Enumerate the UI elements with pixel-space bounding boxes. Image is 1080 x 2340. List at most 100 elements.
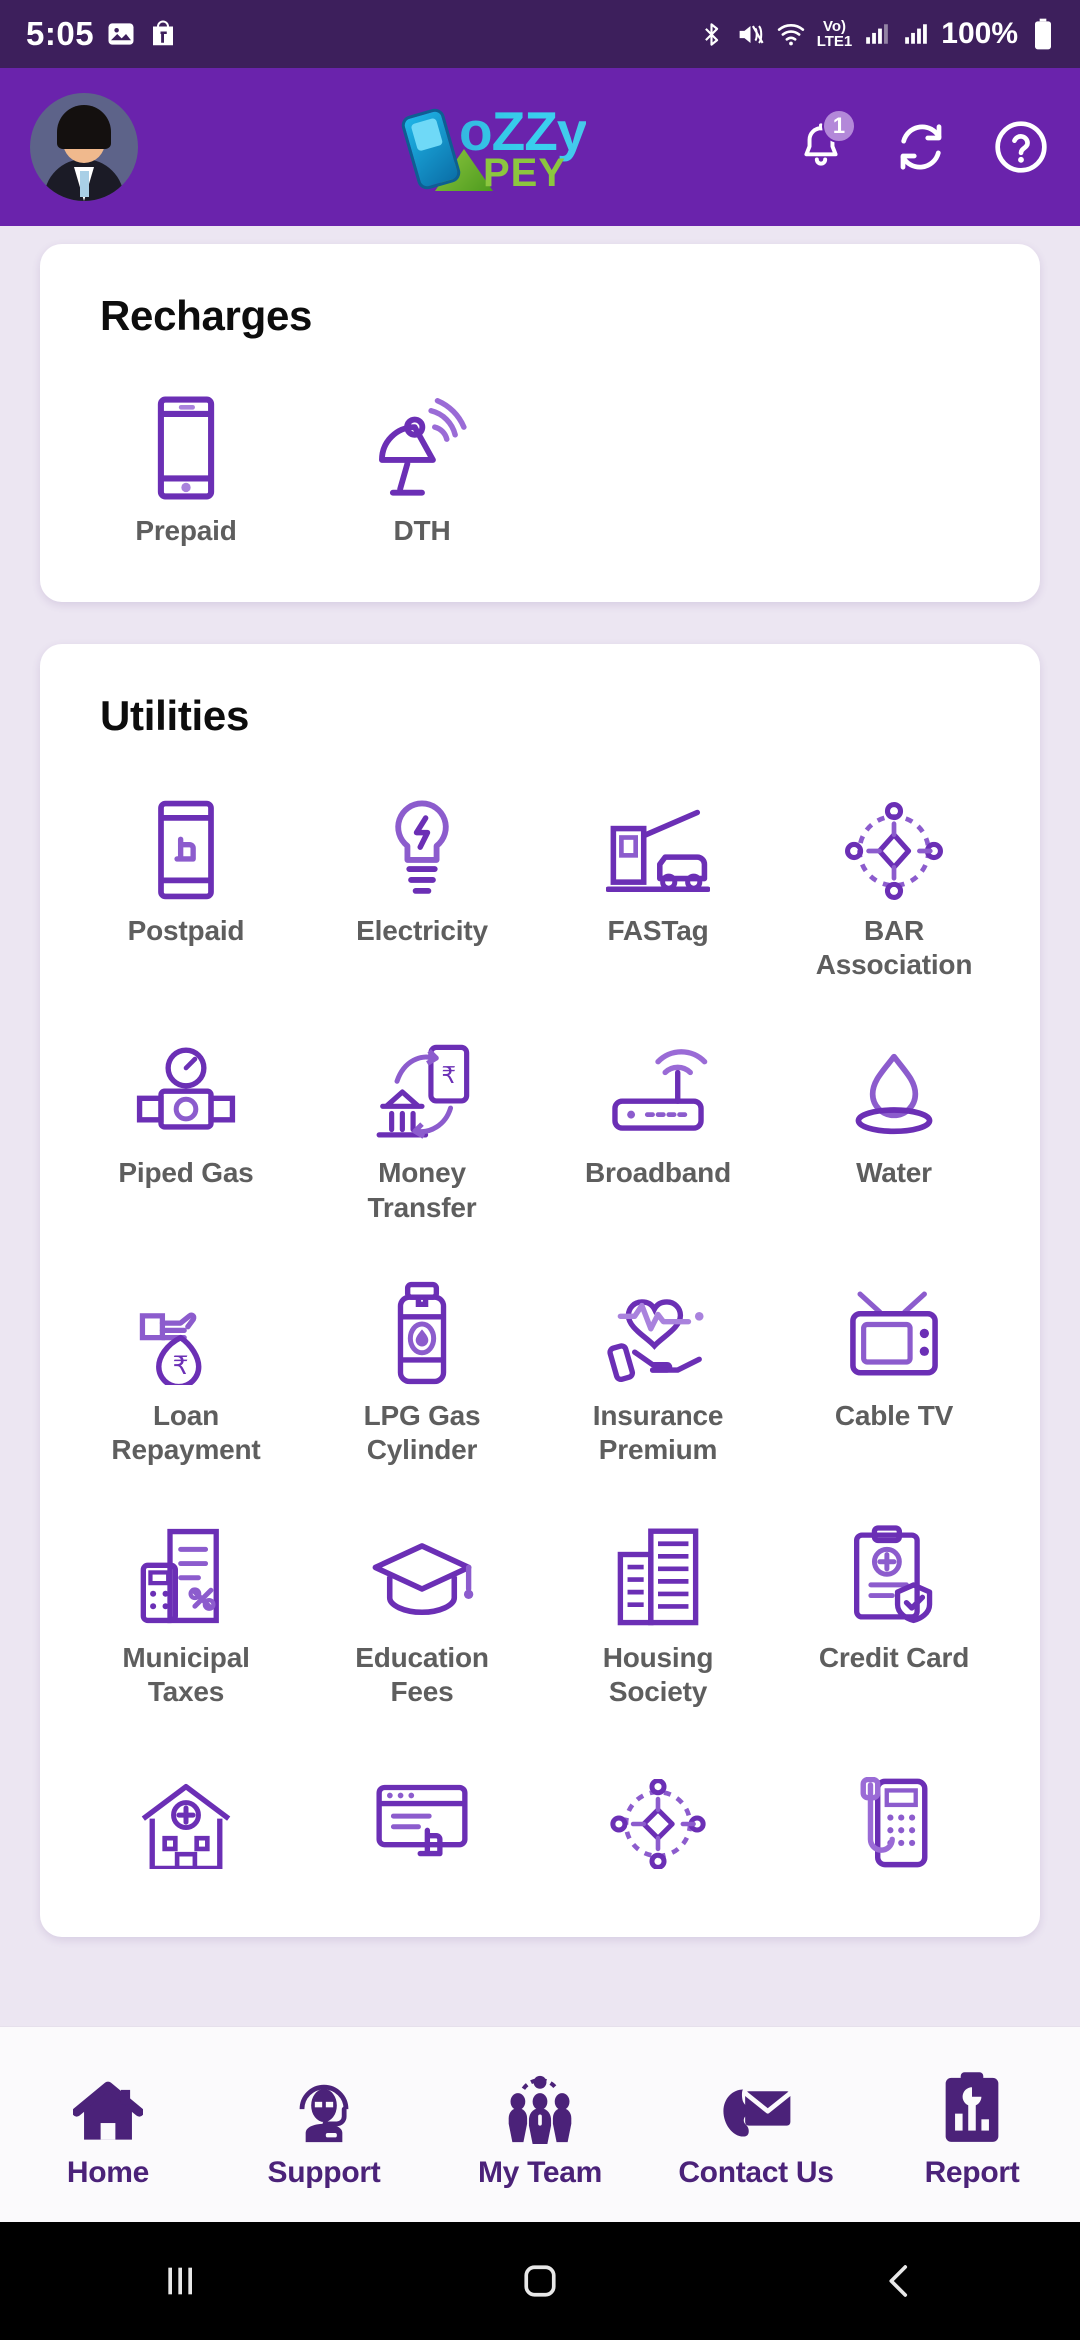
svg-text:₹: ₹ bbox=[441, 1063, 456, 1090]
recharges-title: Recharges bbox=[100, 292, 313, 339]
recharges-card: Recharges Prepaid DTH bbox=[40, 244, 1040, 603]
nav-item-my-team[interactable]: My Team bbox=[432, 2060, 648, 2190]
avatar[interactable] bbox=[30, 93, 138, 201]
back-icon[interactable] bbox=[720, 2260, 1080, 2302]
money-bag-hand-icon: ₹ bbox=[131, 1273, 241, 1385]
tile-label: Loan Repayment bbox=[111, 1399, 261, 1465]
status-bar-left: 5:05 bbox=[26, 15, 178, 53]
tile-lpg-gas-cylinder[interactable]: LPG Gas Cylinder bbox=[304, 1251, 540, 1485]
refresh-icon[interactable] bbox=[892, 118, 950, 176]
tile-postpaid[interactable]: Postpaid bbox=[68, 766, 304, 1000]
nav-label: Home bbox=[66, 2155, 150, 2189]
tile-web-click[interactable] bbox=[304, 1735, 540, 1901]
nav-label: Contact Us bbox=[678, 2155, 834, 2189]
tile-electricity[interactable]: Electricity bbox=[304, 766, 540, 1000]
tile-label: Housing Society bbox=[602, 1642, 714, 1708]
recents-icon[interactable] bbox=[0, 2261, 360, 2301]
home-square-icon[interactable] bbox=[360, 2259, 720, 2303]
mute-vibrate-icon bbox=[736, 20, 765, 49]
svg-text:₹: ₹ bbox=[172, 1350, 188, 1380]
bottom-nav: Home Support My Team Contact Us Report bbox=[0, 2026, 1080, 2222]
tile-label: Credit Card bbox=[818, 1642, 970, 1674]
tile-education-fees[interactable]: Education Fees bbox=[304, 1493, 540, 1727]
help-icon[interactable] bbox=[992, 118, 1050, 176]
tile-landline[interactable] bbox=[776, 1735, 1012, 1901]
volte-sub: LTE1 bbox=[816, 33, 853, 50]
volte-label: Vo) bbox=[822, 18, 847, 35]
tile-label: Piped Gas bbox=[118, 1157, 254, 1189]
tile-label: Education Fees bbox=[355, 1642, 489, 1708]
signal-2-icon bbox=[902, 21, 930, 47]
money-transfer-icon: ₹ bbox=[367, 1030, 477, 1142]
web-click-icon bbox=[367, 1757, 477, 1869]
tax-invoice-icon bbox=[131, 1515, 241, 1627]
photos-icon bbox=[106, 19, 136, 49]
report-clipboard-icon bbox=[940, 2060, 1004, 2144]
utilities-card: Utilities Postpaid Electricity FASTag BA… bbox=[40, 644, 1040, 1938]
home-icon bbox=[73, 2060, 143, 2144]
tile-municipal-taxes[interactable]: Municipal Taxes bbox=[68, 1493, 304, 1727]
tile-label: DTH bbox=[393, 515, 451, 546]
system-nav-bar bbox=[0, 2222, 1080, 2340]
water-drop-icon bbox=[839, 1030, 949, 1142]
toll-booth-icon bbox=[603, 788, 713, 900]
tile-label: FASTag bbox=[607, 915, 709, 947]
nav-item-contact-us[interactable]: Contact Us bbox=[648, 2060, 864, 2190]
bell-icon[interactable]: 1 bbox=[792, 109, 856, 176]
logo-subtext: PEY bbox=[483, 151, 567, 195]
utilities-grid: Postpaid Electricity FASTag BAR Associat… bbox=[68, 766, 1012, 1901]
team-people-icon bbox=[503, 2060, 577, 2144]
app-logo: oZZy PEY bbox=[399, 97, 675, 197]
tile-prepaid[interactable]: Prepaid bbox=[68, 366, 304, 566]
tile-piped-gas[interactable]: Piped Gas bbox=[68, 1008, 304, 1242]
tile-money-transfer[interactable]: ₹ Money Transfer bbox=[304, 1008, 540, 1242]
tile-label: Cable TV bbox=[834, 1399, 954, 1431]
tile-insurance-premium[interactable]: Insurance Premium bbox=[540, 1251, 776, 1485]
nav-item-support[interactable]: Support bbox=[216, 2060, 432, 2190]
app-root: 5:05 Vo) LTE1 100% oZZy PEY 1 Recharges … bbox=[0, 0, 1080, 2340]
light-bulb-icon bbox=[367, 788, 477, 900]
tile-label: BAR Association bbox=[815, 915, 973, 981]
router-icon bbox=[603, 1030, 713, 1142]
tile-credit-card[interactable]: Credit Card bbox=[776, 1493, 1012, 1727]
utilities-title: Utilities bbox=[100, 692, 249, 740]
mobile-hand-icon bbox=[131, 788, 241, 900]
tile-label: Postpaid bbox=[127, 915, 245, 947]
tile-loan-repayment[interactable]: ₹ Loan Repayment bbox=[68, 1251, 304, 1485]
nav-item-home[interactable]: Home bbox=[0, 2060, 216, 2190]
gas-cylinder-icon bbox=[367, 1273, 477, 1385]
tile-label: Water bbox=[856, 1157, 932, 1189]
buildings-icon bbox=[603, 1515, 713, 1627]
tile-label: Prepaid bbox=[135, 515, 237, 546]
wifi-icon bbox=[776, 19, 806, 49]
credit-clipboard-icon bbox=[839, 1515, 949, 1627]
tile-hospital[interactable] bbox=[68, 1735, 304, 1901]
tile-network-2[interactable] bbox=[540, 1735, 776, 1901]
tile-label: Electricity bbox=[356, 915, 488, 947]
nav-item-report[interactable]: Report bbox=[864, 2060, 1080, 2190]
tile-broadband[interactable]: Broadband bbox=[540, 1008, 776, 1242]
header-actions: 1 bbox=[792, 109, 1050, 176]
mail-phone-icon bbox=[718, 2060, 794, 2144]
status-clock: 5:05 bbox=[26, 15, 95, 52]
status-bar: 5:05 Vo) LTE1 100% bbox=[0, 0, 1080, 68]
television-icon bbox=[839, 1273, 949, 1385]
battery-icon bbox=[1032, 18, 1054, 50]
network-nodes-icon bbox=[603, 1757, 713, 1870]
tile-dth[interactable]: DTH bbox=[304, 366, 540, 566]
tile-fastag[interactable]: FASTag bbox=[540, 766, 776, 1000]
network-nodes-icon bbox=[839, 788, 949, 901]
tile-cable-tv[interactable]: Cable TV bbox=[776, 1251, 1012, 1485]
tile-water[interactable]: Water bbox=[776, 1008, 1012, 1242]
tile-housing-society[interactable]: Housing Society bbox=[540, 1493, 776, 1727]
signal-icon bbox=[863, 21, 891, 47]
tile-label: LPG Gas Cylinder bbox=[363, 1399, 481, 1465]
hospital-icon bbox=[131, 1757, 241, 1870]
tile-label: Insurance Premium bbox=[592, 1399, 724, 1465]
gas-meter-icon bbox=[131, 1030, 241, 1142]
landline-phone-icon bbox=[839, 1757, 949, 1869]
bluetooth-icon bbox=[698, 21, 725, 48]
tile-bar-association[interactable]: BAR Association bbox=[776, 766, 1012, 1000]
content-scroll[interactable]: Recharges Prepaid DTH Utilities Postpaid… bbox=[0, 226, 1080, 2026]
recharges-grid: Prepaid DTH bbox=[68, 366, 1012, 566]
